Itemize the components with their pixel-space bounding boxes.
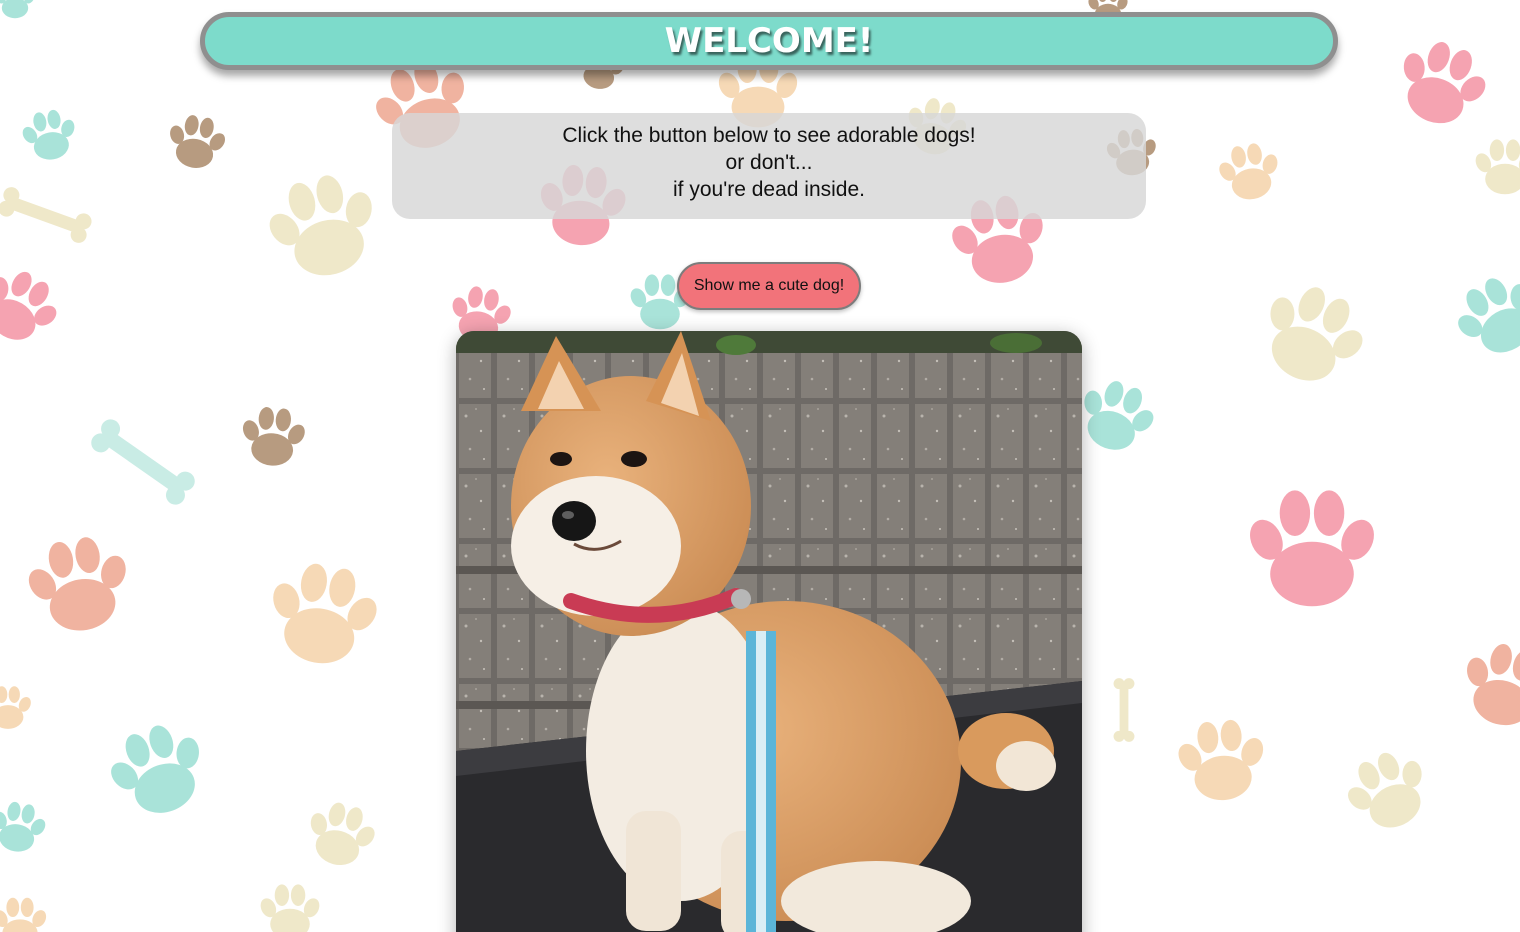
page: WELCOME! Click the button below to see a… — [0, 0, 1520, 932]
shiba-inu-photo — [456, 331, 1082, 932]
paw-print-icon — [0, 257, 71, 356]
paw-print-icon — [236, 404, 310, 469]
page-title: WELCOME! — [664, 21, 874, 61]
paw-print-icon — [0, 798, 52, 857]
dog-photo — [456, 331, 1082, 932]
paw-print-icon — [1212, 139, 1287, 205]
bone-icon — [87, 415, 199, 509]
paw-print-icon — [1243, 490, 1381, 607]
paw-print-icon — [1450, 635, 1520, 736]
paw-print-icon — [1384, 30, 1499, 137]
paw-print-icon — [1333, 739, 1443, 843]
paw-print-icon — [0, 897, 49, 932]
bone-icon — [1113, 678, 1135, 742]
paw-print-icon — [1472, 139, 1520, 195]
paw-print-icon — [255, 164, 392, 289]
paw-print-icon — [1067, 371, 1165, 462]
intro-message-box: Click the button below to see adorable d… — [392, 113, 1146, 219]
show-cute-dog-button[interactable]: Show me a cute dog! — [677, 262, 861, 310]
paw-print-icon — [0, 686, 34, 729]
welcome-banner: WELCOME! — [200, 12, 1338, 70]
paw-print-icon — [298, 795, 384, 874]
intro-line-3: if you're dead inside. — [673, 177, 865, 201]
intro-line-2: or don't... — [725, 150, 813, 174]
paw-print-icon — [257, 884, 323, 932]
paw-print-icon — [1171, 716, 1272, 805]
paw-print-icon — [257, 556, 389, 673]
paw-print-icon — [16, 106, 83, 165]
paw-print-icon — [1244, 271, 1381, 400]
paw-print-icon — [1442, 263, 1520, 370]
intro-line-1: Click the button below to see adorable d… — [562, 123, 976, 147]
paw-print-icon — [161, 111, 232, 173]
bone-icon — [0, 184, 94, 246]
paw-print-icon — [96, 713, 221, 828]
paw-print-icon — [0, 0, 37, 19]
paw-print-icon — [18, 530, 141, 640]
